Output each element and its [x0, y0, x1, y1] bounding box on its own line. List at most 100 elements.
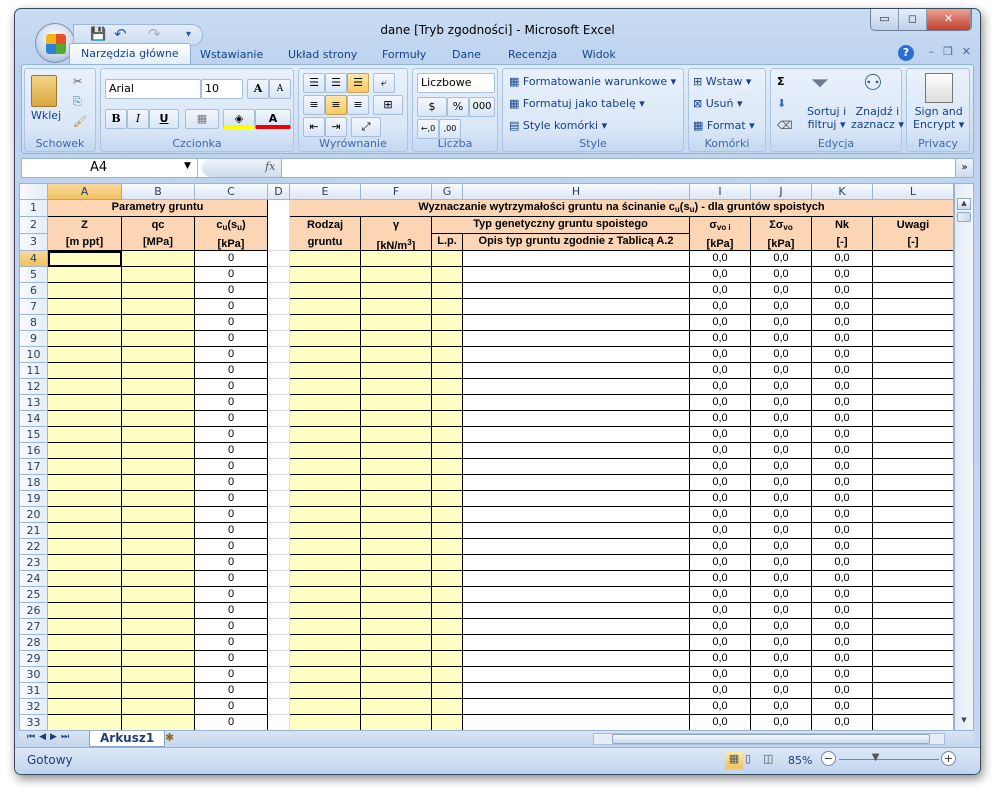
align-center-icon[interactable]: ≡ — [325, 95, 347, 115]
column-header-B[interactable]: B — [122, 184, 195, 200]
currency-icon[interactable]: $ — [417, 97, 447, 117]
cell-B16[interactable] — [122, 443, 195, 459]
cell-B26[interactable] — [122, 603, 195, 619]
cell-J12[interactable]: 0,0 — [751, 379, 812, 395]
cell-G21[interactable] — [432, 523, 463, 539]
cell-I5[interactable]: 0,0 — [690, 267, 751, 283]
cell-F19[interactable] — [361, 491, 432, 507]
cell-F33[interactable] — [361, 715, 432, 730]
save-icon[interactable]: 💾 — [90, 27, 106, 42]
wrap-text-icon[interactable]: ⤶ — [373, 73, 395, 93]
cell-B31[interactable] — [122, 683, 195, 699]
cell-L26[interactable] — [873, 603, 953, 619]
cell-A21[interactable] — [48, 523, 122, 539]
cell-J25[interactable]: 0,0 — [751, 587, 812, 603]
cell-C20[interactable]: 0 — [195, 507, 268, 523]
zoom-out-button[interactable]: − — [821, 751, 836, 766]
cell-F7[interactable] — [361, 299, 432, 315]
cell-K13[interactable]: 0,0 — [812, 395, 873, 411]
tab-6[interactable]: Widok — [571, 45, 627, 65]
cell-K24[interactable]: 0,0 — [812, 571, 873, 587]
cell-B29[interactable] — [122, 651, 195, 667]
autosum-button[interactable]: Σ — [777, 75, 785, 88]
cell-E21[interactable] — [290, 523, 361, 539]
column-header-I[interactable]: I — [690, 184, 751, 200]
cell-I32[interactable]: 0,0 — [690, 699, 751, 715]
cell-F16[interactable] — [361, 443, 432, 459]
customize-qat-icon[interactable]: ▾ — [186, 29, 191, 40]
cell-K22[interactable]: 0,0 — [812, 539, 873, 555]
cell-E25[interactable] — [290, 587, 361, 603]
cell-K31[interactable]: 0,0 — [812, 683, 873, 699]
tab-4[interactable]: Dane — [441, 45, 492, 65]
cell-I18[interactable]: 0,0 — [690, 475, 751, 491]
cell-C17[interactable]: 0 — [195, 459, 268, 475]
cell-J22[interactable]: 0,0 — [751, 539, 812, 555]
cell-I10[interactable]: 0,0 — [690, 347, 751, 363]
cell-G15[interactable] — [432, 427, 463, 443]
cell-F24[interactable] — [361, 571, 432, 587]
cell-J11[interactable]: 0,0 — [751, 363, 812, 379]
cell-I16[interactable]: 0,0 — [690, 443, 751, 459]
cell-E24[interactable] — [290, 571, 361, 587]
horizontal-scroll-thumb[interactable] — [612, 734, 930, 744]
cell-J27[interactable]: 0,0 — [751, 619, 812, 635]
row-header[interactable]: 13 — [20, 395, 48, 411]
cell-D32[interactable] — [268, 699, 290, 715]
cell-A15[interactable] — [48, 427, 122, 443]
cell-D24[interactable] — [268, 571, 290, 587]
cell-F20[interactable] — [361, 507, 432, 523]
cell-D9[interactable] — [268, 331, 290, 347]
cell-B7[interactable] — [122, 299, 195, 315]
cell-D11[interactable] — [268, 363, 290, 379]
cell-G11[interactable] — [432, 363, 463, 379]
row-header[interactable]: 32 — [20, 699, 48, 715]
cell-I17[interactable]: 0,0 — [690, 459, 751, 475]
cell-L30[interactable] — [873, 667, 953, 683]
cell-H20[interactable] — [463, 507, 690, 523]
row-header[interactable]: 5 — [20, 267, 48, 283]
cell-B32[interactable] — [122, 699, 195, 715]
cell-J5[interactable]: 0,0 — [751, 267, 812, 283]
cell-F31[interactable] — [361, 683, 432, 699]
cell-L24[interactable] — [873, 571, 953, 587]
cell-C31[interactable]: 0 — [195, 683, 268, 699]
cell-A29[interactable] — [48, 651, 122, 667]
restore-button[interactable]: ◻ — [898, 9, 927, 30]
insert-function-button[interactable]: fx — [265, 160, 275, 173]
cell-A28[interactable] — [48, 635, 122, 651]
cell-K29[interactable]: 0,0 — [812, 651, 873, 667]
cell-D5[interactable] — [268, 267, 290, 283]
cell-A9[interactable] — [48, 331, 122, 347]
column-header-F[interactable]: F — [361, 184, 432, 200]
cell-G13[interactable] — [432, 395, 463, 411]
cell-I30[interactable]: 0,0 — [690, 667, 751, 683]
cell-F17[interactable] — [361, 459, 432, 475]
cell-D31[interactable] — [268, 683, 290, 699]
cell-I22[interactable]: 0,0 — [690, 539, 751, 555]
row-header[interactable]: 23 — [20, 555, 48, 571]
vertical-scrollbar[interactable]: ▲ ▼ — [954, 183, 974, 731]
cell-D17[interactable] — [268, 459, 290, 475]
cell-E22[interactable] — [290, 539, 361, 555]
cell-H26[interactable] — [463, 603, 690, 619]
cell-C29[interactable]: 0 — [195, 651, 268, 667]
cell-G30[interactable] — [432, 667, 463, 683]
row-header[interactable]: 14 — [20, 411, 48, 427]
format-cells-button[interactable]: ▦ Format ▾ — [693, 119, 755, 132]
cell-G23[interactable] — [432, 555, 463, 571]
cell-A8[interactable] — [48, 315, 122, 331]
cell-D16[interactable] — [268, 443, 290, 459]
cell-E10[interactable] — [290, 347, 361, 363]
copy-icon[interactable]: ⎘ — [73, 95, 82, 109]
cell-C25[interactable]: 0 — [195, 587, 268, 603]
cut-icon[interactable]: ✂ — [73, 75, 82, 88]
row-header[interactable]: 33 — [20, 715, 48, 730]
row-header[interactable]: 8 — [20, 315, 48, 331]
row-header[interactable]: 31 — [20, 683, 48, 699]
cell-L14[interactable] — [873, 411, 953, 427]
cell-G7[interactable] — [432, 299, 463, 315]
row-header[interactable]: 28 — [20, 635, 48, 651]
decrease-indent-icon[interactable]: ⇤ — [303, 117, 325, 137]
cell-D6[interactable] — [268, 283, 290, 299]
